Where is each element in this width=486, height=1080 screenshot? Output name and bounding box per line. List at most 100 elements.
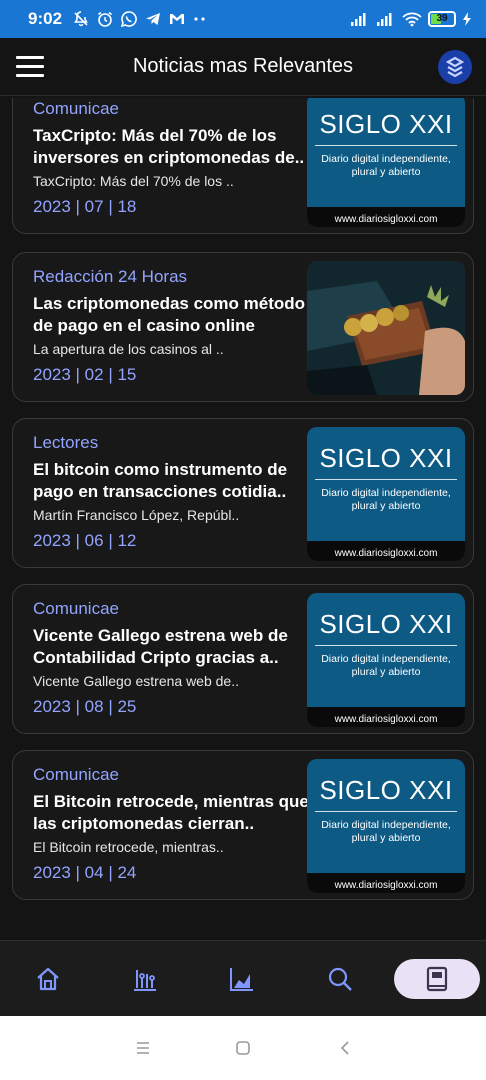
telegram-icon (146, 13, 161, 25)
headline-line: El bitcoin como instrumento de (33, 460, 288, 479)
news-headline[interactable]: El Bitcoin retrocede, mientras que las c… (33, 791, 311, 835)
news-thumbnail[interactable]: SIGLO XXI Diario digital independiente, … (307, 98, 465, 227)
news-card[interactable]: Comunicae El Bitcoin retrocede, mientras… (12, 750, 474, 900)
thumb-tagline: Diario digital independiente, plural y a… (307, 653, 465, 679)
news-card[interactable]: Comunicae Vicente Gallego estrena web de… (12, 584, 474, 734)
search-icon (328, 967, 352, 991)
battery-level: 39 (436, 13, 448, 24)
nav-equalizer[interactable] (121, 959, 169, 999)
back-icon (340, 1041, 349, 1055)
news-card[interactable]: Redacción 24 Horas Las criptomonedas com… (12, 252, 474, 402)
system-icons: 39 (350, 11, 472, 27)
news-source: Redacción 24 Horas (33, 267, 188, 286)
thumb-tagline: Diario digital independiente, plural y a… (307, 819, 465, 845)
news-thumbnail[interactable] (307, 261, 465, 395)
headline-line: pago en transacciones cotidia.. (33, 482, 287, 501)
news-date: 2023 | 07 | 18 (33, 197, 137, 216)
headline-line: TaxCripto: Más del 70% de los (33, 126, 277, 145)
signal-icon (377, 13, 392, 26)
headline-line: las criptomonedas cierran.. (33, 814, 255, 833)
thumb-brand: SIGLO XXI (319, 443, 453, 473)
system-navigation-bar (0, 1016, 486, 1080)
news-snippet: Vicente Gallego estrena web de.. (33, 673, 239, 689)
equalizer-icon (134, 970, 156, 991)
back-button[interactable] (333, 1036, 357, 1060)
thumb-tagline-line: plural y abierto (351, 832, 421, 844)
thumb-tagline-line: Diario digital independiente, (321, 487, 451, 499)
thumb-footer: www.diariosigloxxi.com (307, 873, 465, 893)
thumb-tagline-line: Diario digital independiente, (321, 819, 451, 831)
news-headline[interactable]: El bitcoin como instrumento de pago en t… (33, 459, 311, 503)
thumb-footer: www.diariosigloxxi.com (307, 707, 465, 727)
news-card[interactable]: Lectores El bitcoin como instrumento de … (12, 418, 474, 568)
thumb-tagline-line: plural y abierto (351, 666, 421, 678)
signal-icon (351, 13, 366, 26)
nav-chart[interactable] (218, 959, 266, 999)
thumb-tagline: Diario digital independiente, plural y a… (307, 153, 465, 179)
mute-icon (74, 11, 88, 27)
news-thumbnail[interactable]: SIGLO XXI Diario digital independiente, … (307, 427, 465, 561)
news-date: 2023 | 04 | 24 (33, 863, 137, 882)
headline-line: El Bitcoin retrocede, mientras que (33, 792, 309, 811)
thumb-brand: SIGLO XXI (319, 609, 453, 639)
notification-icons (72, 10, 208, 28)
news-date: 2023 | 06 | 12 (33, 531, 137, 550)
thumb-tagline: Diario digital independiente, plural y a… (307, 487, 465, 513)
news-card[interactable]: Comunicae TaxCripto: Más del 70% de los … (12, 98, 474, 234)
thumb-brand: SIGLO XXI (319, 775, 453, 805)
status-time: 9:02 (28, 9, 63, 28)
home-button[interactable] (231, 1036, 255, 1060)
thumb-footer: www.diariosigloxxi.com (307, 541, 465, 561)
news-date: 2023 | 08 | 25 (33, 697, 137, 716)
news-snippet: La apertura de los casinos al .. (33, 341, 224, 357)
headline-line: inversores en criptomonedas de.. (33, 148, 305, 167)
headline-line: Vicente Gallego estrena web de (33, 626, 288, 645)
thumb-tagline-line: Diario digital independiente, (321, 153, 451, 165)
thumb-tagline-line: plural y abierto (351, 166, 421, 178)
gmail-icon (170, 14, 185, 24)
bottom-navigation (0, 940, 486, 1016)
news-headline[interactable]: TaxCripto: Más del 70% de los inversores… (33, 125, 311, 169)
news-source: Comunicae (33, 99, 119, 118)
book-icon (426, 966, 448, 992)
wifi-icon (402, 12, 422, 27)
news-headline[interactable]: Vicente Gallego estrena web de Contabili… (33, 625, 311, 669)
news-thumbnail[interactable]: SIGLO XXI Diario digital independiente, … (307, 759, 465, 893)
news-source: Comunicae (33, 765, 119, 784)
app-logo-icon[interactable] (438, 50, 472, 84)
news-feed[interactable]: Comunicae TaxCripto: Más del 70% de los … (0, 98, 486, 940)
news-snippet: TaxCripto: Más del 70% de los .. (33, 173, 234, 189)
news-snippet: Martín Francisco López, Repúbl.. (33, 507, 240, 523)
nav-news[interactable] (394, 959, 480, 999)
app-bar: Noticias mas Relevantes (0, 38, 486, 96)
home-square-icon (236, 1041, 250, 1055)
home-icon (37, 967, 59, 991)
alarm-icon (98, 11, 113, 27)
news-source: Lectores (33, 433, 99, 452)
news-headline[interactable]: Las criptomonedas como método de pago en… (33, 293, 311, 337)
news-thumbnail[interactable]: SIGLO XXI Diario digital independiente, … (307, 593, 465, 727)
news-source: Comunicae (33, 599, 119, 618)
status-bar: 9:02 39 (0, 0, 486, 38)
headline-line: Las criptomonedas como método (33, 294, 306, 313)
thumb-footer: www.diariosigloxxi.com (307, 207, 465, 227)
nav-home[interactable] (24, 959, 72, 999)
hamburger-menu-icon[interactable] (16, 56, 44, 78)
headline-line: de pago en el casino online (33, 316, 255, 335)
news-snippet: El Bitcoin retrocede, mientras.. (33, 839, 224, 855)
charging-icon (463, 12, 471, 26)
battery-icon: 39 (428, 11, 456, 27)
nav-search[interactable] (316, 959, 364, 999)
chart-icon (230, 968, 253, 991)
page-title: Noticias mas Relevantes (132, 55, 354, 77)
crypto-photo (307, 261, 465, 395)
news-date: 2023 | 02 | 15 (33, 365, 137, 384)
more-dots-icon (194, 17, 205, 21)
thumb-tagline-line: plural y abierto (351, 500, 421, 512)
recents-icon (137, 1042, 149, 1054)
thumb-tagline-line: Diario digital independiente, (321, 653, 451, 665)
whatsapp-icon (120, 11, 137, 28)
thumb-brand: SIGLO XXI (319, 109, 453, 139)
recents-button[interactable] (131, 1036, 155, 1060)
headline-line: Contabilidad Cripto gracias a.. (33, 648, 279, 667)
